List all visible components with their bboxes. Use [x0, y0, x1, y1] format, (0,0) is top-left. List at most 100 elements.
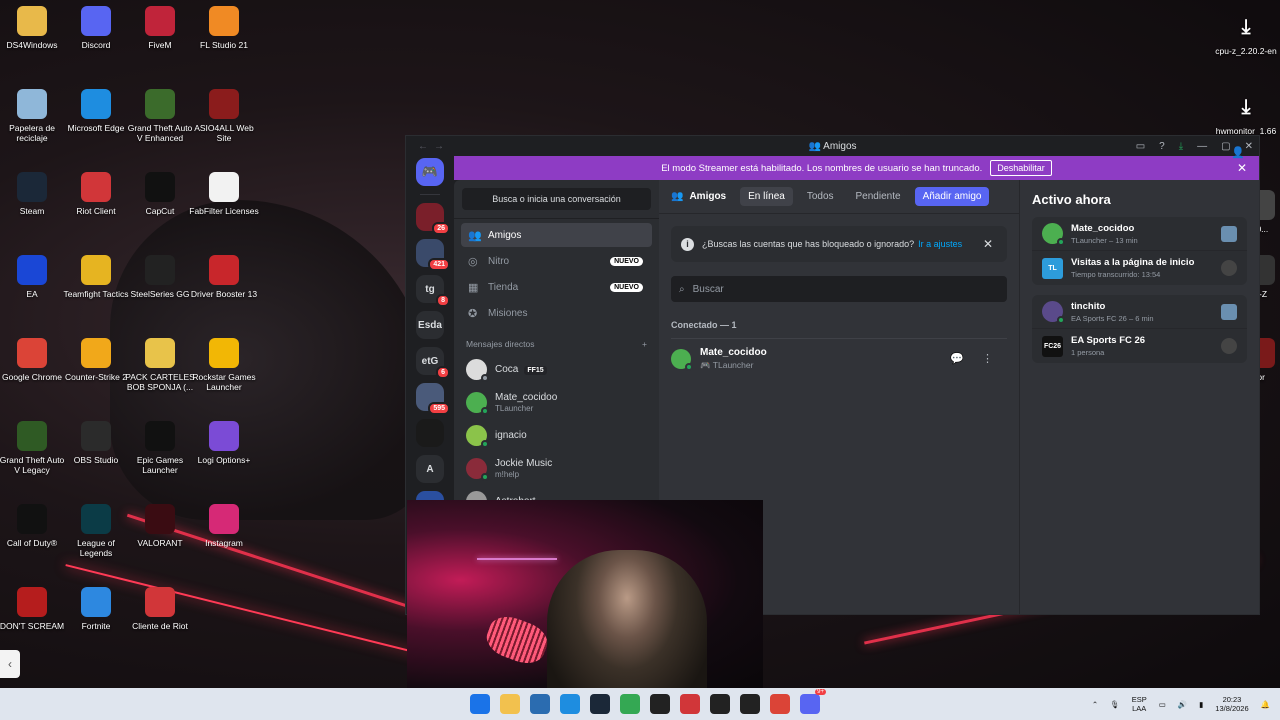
start-icon[interactable]	[470, 694, 490, 714]
network-icon[interactable]: ▭	[1159, 700, 1166, 709]
nav-item-misiones[interactable]: ✪ Misiones	[461, 301, 652, 325]
server-icon[interactable]: tg 8	[416, 275, 450, 307]
desktop-icon[interactable]: Driver Booster 13	[188, 255, 260, 299]
more-options-icon[interactable]: ⋮	[982, 352, 993, 365]
desktop-icon[interactable]: FabFilter Licenses	[188, 172, 260, 216]
server-icon[interactable]: 26	[416, 203, 450, 235]
desktop-icon[interactable]: Papelera de reciclaje	[0, 89, 68, 143]
mention-badge: 421	[428, 258, 450, 271]
unity-icon[interactable]	[740, 694, 760, 714]
notification-bell-icon[interactable]: 🔔	[1261, 700, 1270, 709]
steam-icon[interactable]	[590, 694, 610, 714]
chevron-up-icon[interactable]: ⌃	[1092, 700, 1098, 709]
dm-item[interactable]: Mate_cocidoo TLauncher	[461, 386, 652, 419]
desktop-icon[interactable]: Fortnite	[60, 587, 132, 631]
tab-all[interactable]: Todos	[799, 187, 842, 206]
desktop-icon[interactable]: Google Chrome	[0, 338, 68, 382]
dm-item[interactable]: Coca FF15	[461, 353, 652, 386]
desktop-icon[interactable]: OBS Studio	[60, 421, 132, 465]
desktop-icon[interactable]: CapCut	[124, 172, 196, 216]
desktop-icon[interactable]: Cliente de Riot	[124, 587, 196, 631]
server-icon[interactable]: Esda	[416, 311, 444, 339]
desktop-icon[interactable]: ⤓ hwmonitor_1.66	[1210, 92, 1280, 136]
add-friend-button[interactable]: Añadir amigo	[914, 187, 990, 206]
inbox-icon[interactable]: ▭	[1136, 141, 1145, 152]
desktop-icon[interactable]: Discord	[60, 6, 132, 50]
desktop-icon[interactable]: Instagram	[188, 504, 260, 548]
new-group-dm-icon[interactable]: 👤	[1231, 146, 1245, 159]
desktop-icon[interactable]: VALORANT	[124, 504, 196, 548]
microphone-icon[interactable]: 🎙	[1110, 700, 1120, 709]
server-icon[interactable]: etG 6	[416, 347, 450, 379]
go-to-settings-link[interactable]: Ir a ajustes	[918, 239, 962, 249]
desktop-icon[interactable]: FL Studio 21	[188, 6, 260, 50]
desktop-icon[interactable]: Call of Duty®	[0, 504, 68, 548]
message-icon[interactable]: 💬	[950, 352, 964, 365]
tab-pending[interactable]: Pendiente	[848, 187, 909, 206]
server-icon[interactable]	[416, 419, 444, 447]
desktop-icon[interactable]: DON'T SCREAM	[0, 587, 68, 631]
desktop-icon[interactable]: Rockstar Games Launcher	[188, 338, 260, 392]
desktop-icon[interactable]: Grand Theft Auto V Legacy	[0, 421, 68, 475]
friend-row[interactable]: Mate_cocidoo 🎮 TLauncher 💬 ⋮	[671, 338, 1007, 378]
battery-icon[interactable]: ▮	[1199, 700, 1203, 709]
desktop-icon[interactable]: Microsoft Edge	[60, 89, 132, 133]
riot-icon[interactable]	[680, 694, 700, 714]
server-icon[interactable]: A	[416, 455, 444, 483]
activity-card[interactable]: Mate_cocidoo TLauncher – 13 min TL Visitas …	[1032, 217, 1247, 285]
desktop-icon[interactable]: Teamfight Tactics	[60, 255, 132, 299]
dm-item[interactable]: Jockie Music m!help	[461, 452, 652, 485]
find-conversation-button[interactable]: Busca o inicia una conversación	[462, 188, 651, 210]
chrome-icon[interactable]	[770, 694, 790, 714]
desktop-icon[interactable]: FiveM	[124, 6, 196, 50]
desktop-icon[interactable]: SteelSeries GG	[124, 255, 196, 299]
server-icon[interactable]: 421	[416, 239, 450, 271]
clock[interactable]: 20:23 13/8/2026	[1215, 695, 1248, 713]
download-update-icon[interactable]: ⤓	[1179, 141, 1183, 152]
help-icon[interactable]: ?	[1159, 141, 1165, 152]
desktop-icon[interactable]: ASIO4ALL Web Site	[188, 89, 260, 143]
desktop-icon[interactable]: Riot Client	[60, 172, 132, 216]
discord-icon[interactable]: 9+	[800, 689, 826, 714]
chrome-icon[interactable]	[620, 694, 640, 714]
desktop-icon[interactable]: EA	[0, 255, 68, 299]
activity-row[interactable]: tinchito EA Sports FC 26 – 6 min	[1032, 295, 1247, 329]
discord-home-button[interactable]: 🎮	[416, 158, 444, 186]
desktop-icon[interactable]: Grand Theft Auto V Enhanced	[124, 89, 196, 143]
activity-row[interactable]: Mate_cocidoo TLauncher – 13 min	[1032, 217, 1247, 251]
dm-item[interactable]: ignacio	[461, 419, 652, 452]
desktop-icon[interactable]: PACK CARTELES BOB SPONJA (...	[124, 338, 196, 392]
friends-search-input[interactable]: ⌕ Buscar	[671, 276, 1007, 302]
flstudio-icon	[209, 6, 239, 36]
maximize-button[interactable]: ▢	[1221, 141, 1230, 152]
store-icon[interactable]	[530, 694, 550, 714]
volume-icon[interactable]: 🔊	[1178, 700, 1187, 709]
epic-icon[interactable]	[710, 694, 730, 714]
desktop-icon[interactable]: League of Legends	[60, 504, 132, 558]
activity-card[interactable]: tinchito EA Sports FC 26 – 6 min FC26 EA Sp…	[1032, 295, 1247, 363]
desktop-icon[interactable]: Logi Options+	[188, 421, 260, 465]
desktop-icon[interactable]: Steam	[0, 172, 68, 216]
file-explorer-icon[interactable]	[500, 694, 520, 714]
capcut-icon[interactable]	[650, 694, 670, 714]
activity-row[interactable]: FC26 EA Sports FC 26 1 persona	[1032, 329, 1247, 363]
desktop-icon[interactable]: ⤓ cpu-z_2.20.2-en	[1210, 12, 1280, 56]
language-indicator[interactable]: ESP LAA	[1132, 695, 1147, 713]
minimize-button[interactable]: —	[1197, 141, 1207, 152]
nav-item-nitro[interactable]: ◎ Nitro NUEVO	[461, 249, 652, 273]
desktop-icon[interactable]: Epic Games Launcher	[124, 421, 196, 475]
tab-online[interactable]: En línea	[740, 187, 793, 206]
nav-item-amigos[interactable]: 👥 Amigos	[461, 223, 652, 247]
disable-streamer-button[interactable]: Deshabilitar	[990, 160, 1052, 176]
notification-stub[interactable]: ‹	[0, 650, 20, 678]
plus-icon[interactable]: +	[642, 339, 647, 349]
close-icon[interactable]: ✕	[983, 237, 993, 251]
server-icon[interactable]: 595	[416, 383, 450, 415]
desktop-icon[interactable]: Counter-Strike 2	[60, 338, 132, 382]
close-icon[interactable]: ✕	[1237, 161, 1247, 175]
nav-item-tienda[interactable]: ▦ Tienda NUEVO	[461, 275, 652, 299]
activity-row[interactable]: TL Visitas a la página de inicio Tiempo tr…	[1032, 251, 1247, 285]
desktop-icon[interactable]: DS4Windows	[0, 6, 68, 50]
close-button[interactable]: ✕	[1245, 141, 1253, 152]
edge-icon[interactable]	[560, 694, 580, 714]
